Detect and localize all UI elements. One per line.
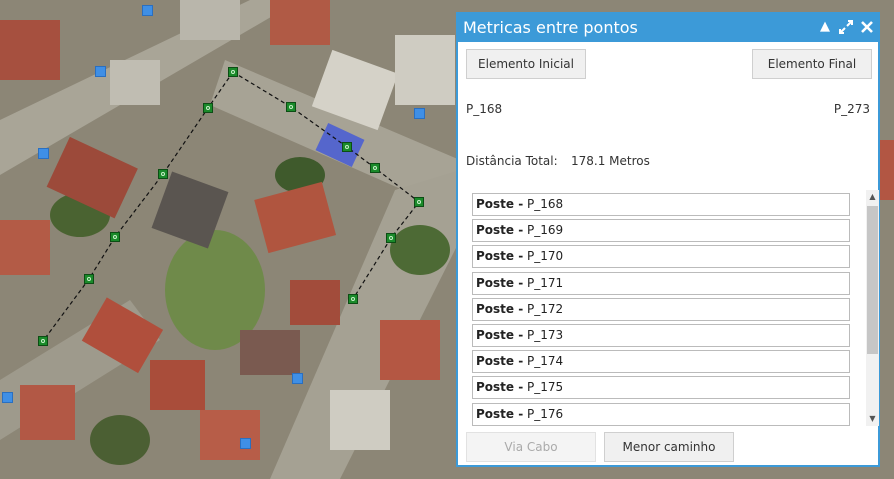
list-item-type: Poste - — [476, 406, 524, 421]
panel-title: Metricas entre pontos — [463, 18, 638, 37]
route-node[interactable] — [348, 294, 358, 304]
map-marker[interactable] — [142, 5, 153, 16]
roof — [880, 140, 894, 200]
route-node[interactable] — [414, 197, 424, 207]
list-item-type: Poste - — [476, 197, 524, 211]
map-marker[interactable] — [292, 373, 303, 384]
map-marker[interactable] — [95, 66, 106, 77]
list-item-type: Poste - — [476, 354, 524, 369]
start-element-value: P_168 — [466, 102, 503, 116]
list-item-id: P_171 — [527, 275, 564, 290]
map-marker[interactable] — [240, 438, 251, 449]
metrics-panel: Metricas entre pontos ▲ Elemento Inicial… — [456, 12, 880, 467]
roof — [395, 35, 455, 105]
start-element-button[interactable]: Elemento Inicial — [466, 49, 586, 79]
roof — [110, 60, 160, 105]
close-icon[interactable] — [860, 19, 874, 35]
roof — [330, 390, 390, 450]
list-item-id: P_169 — [527, 223, 564, 238]
roof — [380, 320, 440, 380]
route-node[interactable] — [203, 103, 213, 113]
caret-up-icon[interactable]: ▲ — [818, 19, 832, 35]
route-node[interactable] — [342, 142, 352, 152]
list-item[interactable]: Poste - P_170 — [472, 245, 850, 269]
roof — [200, 410, 260, 460]
list-item[interactable]: Poste - P_176 — [472, 402, 850, 426]
list-item-type: Poste - — [476, 380, 524, 395]
scroll-down-icon[interactable]: ▼ — [866, 413, 879, 425]
route-node[interactable] — [386, 233, 396, 243]
list-item[interactable]: Poste - P_168 — [472, 193, 850, 216]
list-item[interactable]: Poste - P_169 — [472, 219, 850, 243]
route-node[interactable] — [110, 232, 120, 242]
end-element-button[interactable]: Elemento Final — [752, 49, 872, 79]
distance-value: 178.1 Metros — [571, 154, 650, 168]
roof — [240, 330, 300, 375]
list-item-id: P_172 — [527, 301, 564, 316]
route-node[interactable] — [286, 102, 296, 112]
list-item-id: P_175 — [527, 380, 564, 395]
list-item-type: Poste - — [476, 328, 524, 342]
list-scrollbar[interactable]: ▲ ▼ — [866, 190, 879, 426]
route-node[interactable] — [38, 336, 48, 346]
route-node[interactable] — [84, 274, 94, 284]
distance-label: Distância Total: — [466, 154, 558, 168]
list-item-type: Poste - — [476, 223, 524, 238]
via-cabo-button[interactable]: Via Cabo — [466, 432, 596, 462]
list-item-id: P_170 — [527, 249, 564, 264]
roof — [20, 385, 75, 440]
route-node[interactable] — [158, 169, 168, 179]
roof — [150, 360, 205, 410]
list-item-id: P_168 — [527, 197, 564, 211]
list-item-type: Poste - — [476, 301, 524, 316]
tree — [390, 225, 450, 275]
list-item[interactable]: Poste - P_172 — [472, 297, 850, 321]
list-item[interactable]: Poste - P_171 — [472, 271, 850, 295]
map-marker[interactable] — [2, 392, 13, 403]
list-item-id: P_173 — [527, 328, 564, 342]
route-node[interactable] — [228, 67, 238, 77]
roof — [290, 280, 340, 325]
list-item-type: Poste - — [476, 275, 524, 290]
tree — [90, 415, 150, 465]
list-item[interactable]: Poste - P_174 — [472, 350, 850, 374]
panel-titlebar[interactable]: Metricas entre pontos ▲ — [458, 14, 878, 42]
roof — [180, 0, 240, 40]
roof — [0, 20, 60, 80]
end-element-value: P_273 — [833, 102, 870, 116]
roof — [0, 220, 50, 275]
list-item-type: Poste - — [476, 249, 524, 264]
shortest-path-button[interactable]: Menor caminho — [604, 432, 734, 462]
map-marker[interactable] — [38, 148, 49, 159]
list-item[interactable]: Poste - P_175 — [472, 376, 850, 400]
list-item[interactable]: Poste - P_173 — [472, 324, 850, 347]
roof — [270, 0, 330, 45]
route-node[interactable] — [370, 163, 380, 173]
scroll-up-icon[interactable]: ▲ — [866, 191, 879, 203]
expand-icon[interactable] — [839, 19, 853, 35]
scrollbar-thumb[interactable] — [867, 206, 878, 354]
list-item-id: P_174 — [527, 354, 564, 369]
list-item-id: P_176 — [527, 406, 564, 421]
map-marker[interactable] — [414, 108, 425, 119]
path-list[interactable]: Poste - P_168 Poste - P_169 Poste - P_170 P… — [470, 190, 852, 426]
